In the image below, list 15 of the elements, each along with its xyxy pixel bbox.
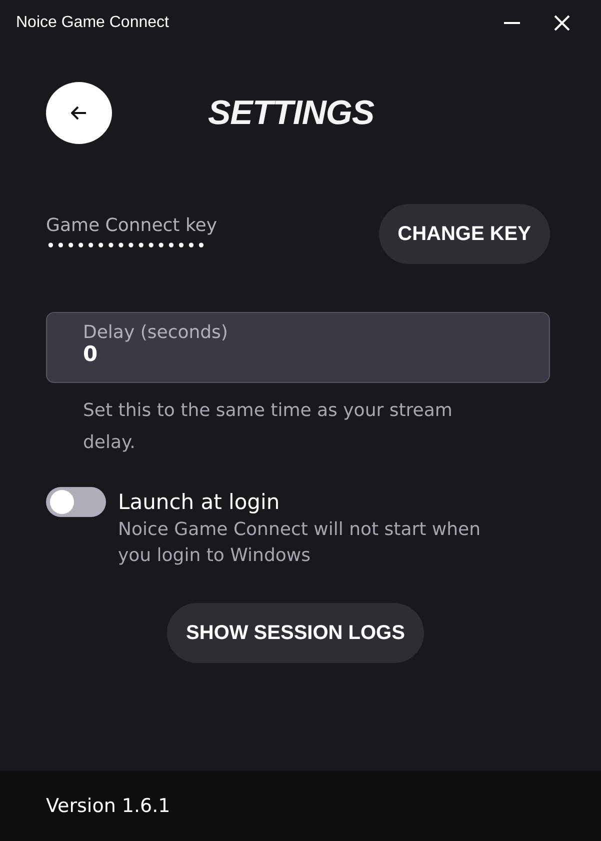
- minimize-icon: [504, 22, 520, 24]
- close-icon: [554, 15, 570, 31]
- change-key-button[interactable]: CHANGE KEY: [378, 204, 550, 264]
- delay-help-text: Set this to the same time as your stream delay.: [83, 399, 454, 455]
- delay-field[interactable]: Delay (seconds) 0: [46, 312, 550, 383]
- launch-description: Noice Game Connect will not start when you login to Windows: [118, 518, 482, 568]
- page-title: SETTINGS: [208, 94, 374, 132]
- version-text: Version 1.6.1: [46, 795, 170, 817]
- show-logs-button[interactable]: SHOW SESSION LOGS: [167, 603, 424, 663]
- toggle-switch[interactable]: [46, 487, 106, 517]
- key-label: Game Connect key: [46, 214, 218, 236]
- back-arrow-icon: [71, 106, 87, 120]
- masked-key: ••••••••••••••••: [46, 238, 379, 254]
- window-title: Noice Game Connect: [16, 14, 170, 32]
- launch-label: Launch at login: [118, 489, 281, 516]
